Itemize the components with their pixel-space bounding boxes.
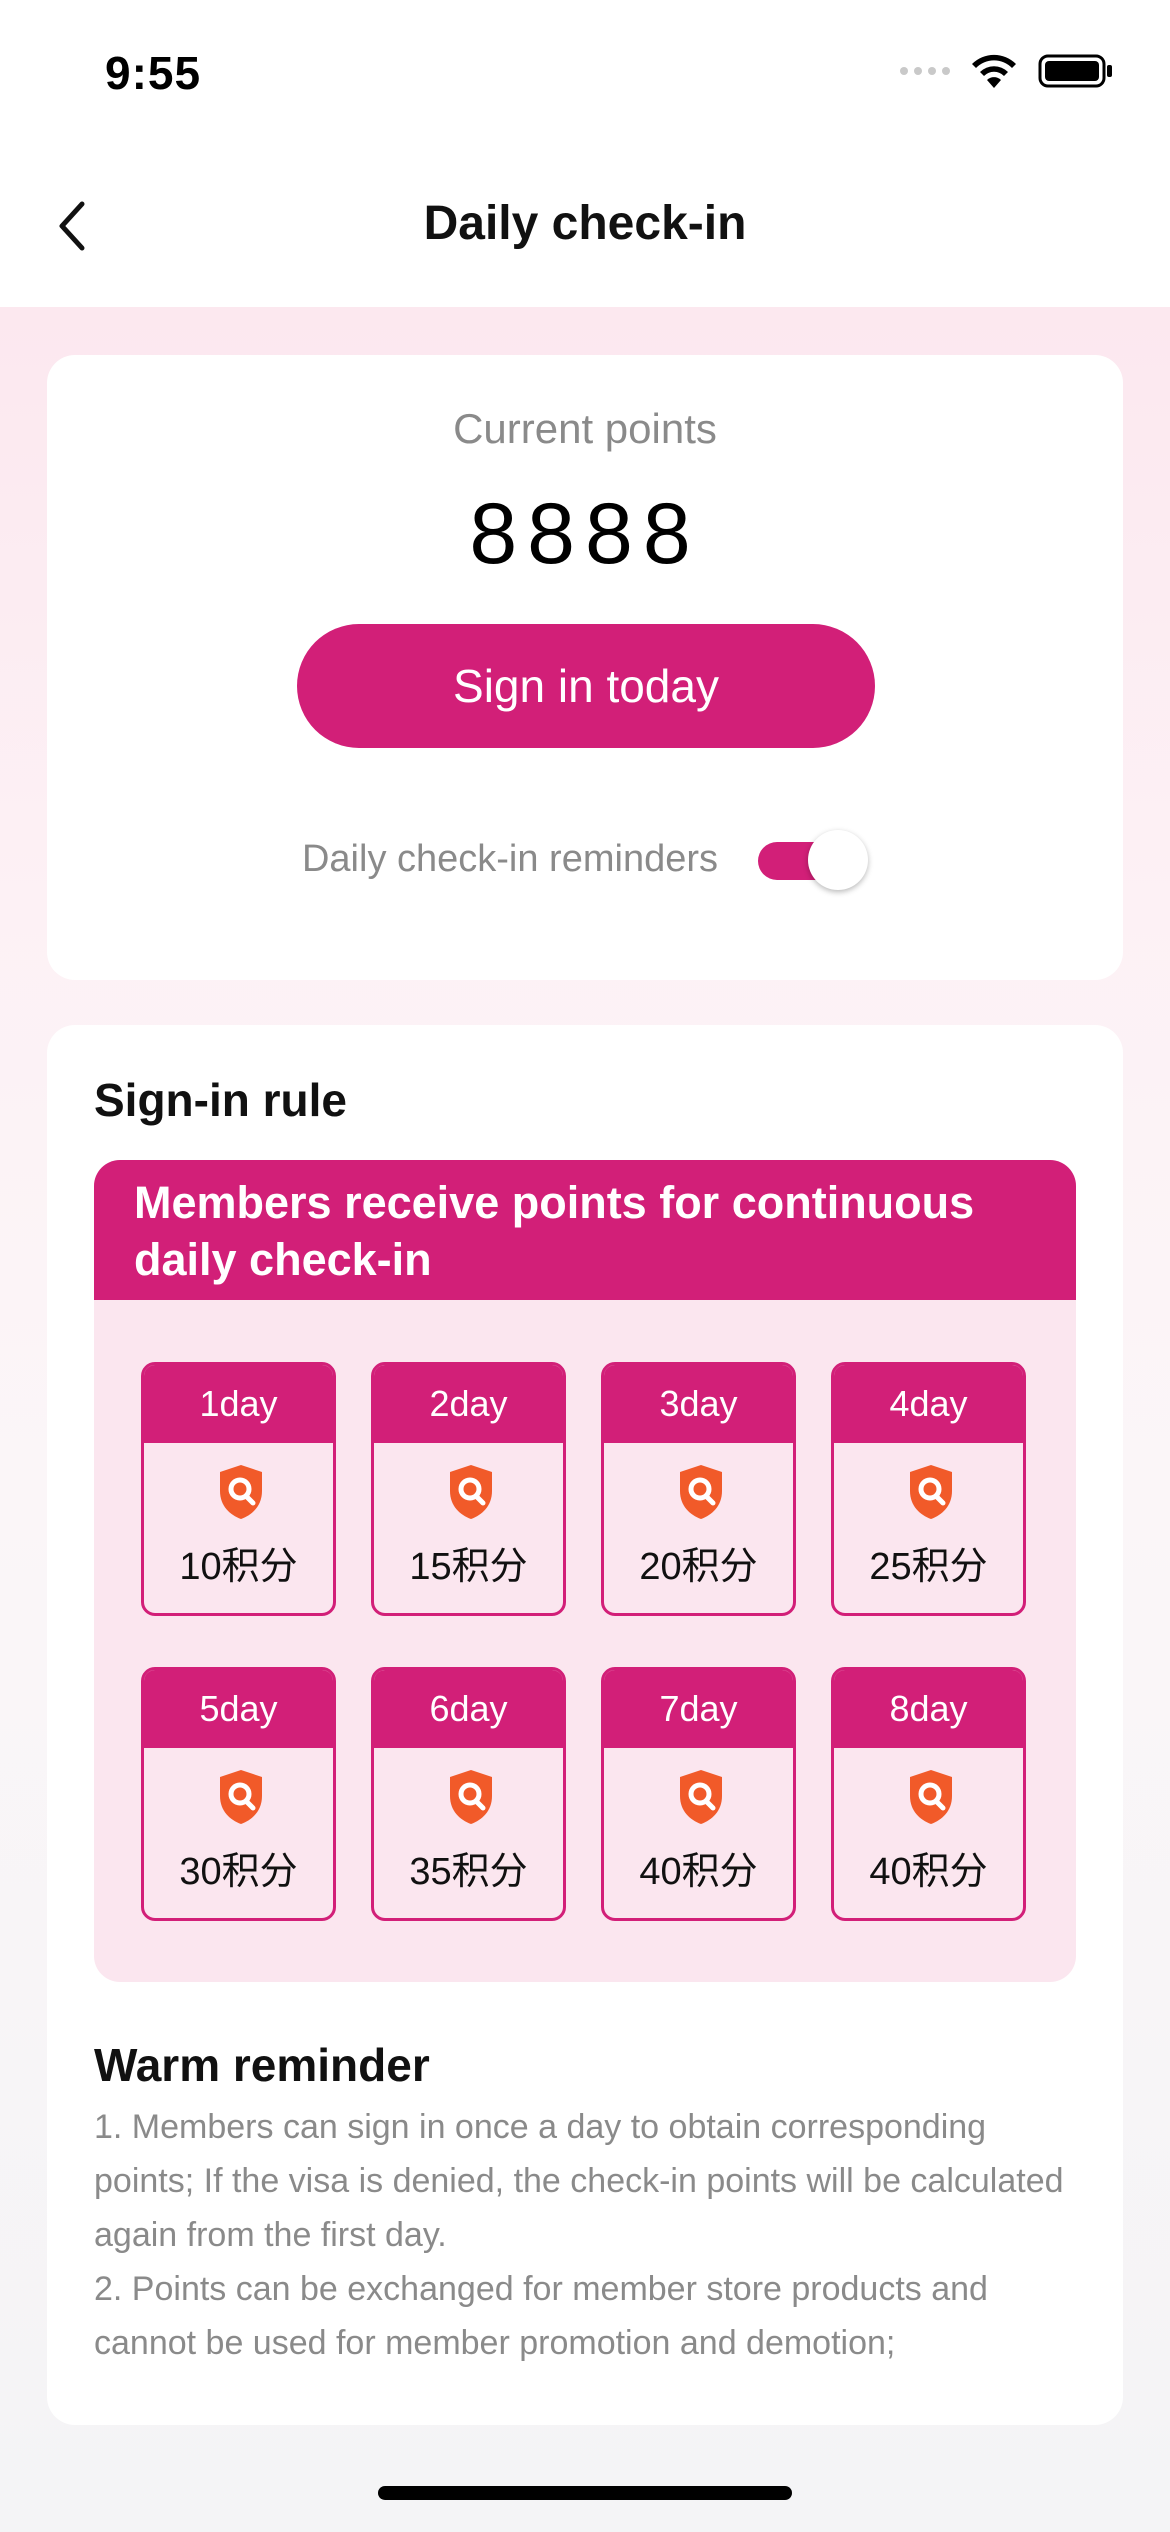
shield-search-icon xyxy=(220,1465,262,1519)
status-icons xyxy=(900,52,1114,90)
status-time: 9:55 xyxy=(105,47,202,99)
day-label: 1day xyxy=(144,1365,333,1443)
day-label: 5day xyxy=(144,1670,333,1748)
rule-banner-text: Members receive points for continuous da… xyxy=(134,1177,975,1285)
day-tile: 3day 20积分 xyxy=(601,1362,796,1616)
battery-icon xyxy=(1038,54,1112,88)
day-points: 40积分 xyxy=(639,1851,758,1893)
shield-search-icon xyxy=(450,1465,492,1519)
day-points: 40积分 xyxy=(869,1851,988,1893)
day-points: 20积分 xyxy=(639,1546,758,1588)
day-tile: 1day 10积分 xyxy=(141,1362,336,1616)
warm-line-2: 2. Points can be exchanged for member st… xyxy=(94,2270,988,2362)
day-label: 2day xyxy=(374,1365,563,1443)
day-tile: 4day 25积分 xyxy=(831,1362,1026,1616)
page-title: Daily check-in xyxy=(423,197,747,250)
reminder-toggle[interactable] xyxy=(758,830,868,890)
day-tile: 8day 40积分 xyxy=(831,1667,1026,1921)
day-label: 3day xyxy=(604,1365,793,1443)
wifi-icon xyxy=(972,54,1016,88)
day-label: 6day xyxy=(374,1670,563,1748)
home-indicator xyxy=(378,2486,792,2500)
rule-banner: Members receive points for continuous da… xyxy=(94,1160,1076,1300)
shield-search-icon xyxy=(220,1770,262,1824)
day-points: 35积分 xyxy=(409,1851,528,1893)
toggle-knob xyxy=(808,830,868,890)
points-value: 8888 xyxy=(469,486,701,582)
warm-line-1: 1. Members can sign in once a day to obt… xyxy=(94,2108,1064,2254)
day-tile: 5day 30积分 xyxy=(141,1667,336,1921)
day-label: 7day xyxy=(604,1670,793,1748)
shield-search-icon xyxy=(910,1770,952,1824)
rule-title: Sign-in rule xyxy=(94,1074,347,1126)
points-card: Current points 8888 Sign in today Daily … xyxy=(47,355,1123,980)
shield-search-icon xyxy=(450,1770,492,1824)
signal-icon xyxy=(900,67,950,75)
rule-box: Members receive points for continuous da… xyxy=(94,1160,1076,1982)
reminder-label: Daily check-in reminders xyxy=(301,837,718,880)
day-tile: 2day 15积分 xyxy=(371,1362,566,1616)
warm-text: 1. Members can sign in once a day to obt… xyxy=(94,2100,1094,2370)
day-tile: 6day 35积分 xyxy=(371,1667,566,1921)
day-points: 25积分 xyxy=(869,1546,988,1588)
reminder-row: Daily check-in reminders xyxy=(47,830,1123,890)
day-points: 15积分 xyxy=(409,1546,528,1588)
day-label: 8day xyxy=(834,1670,1023,1748)
shield-search-icon xyxy=(910,1465,952,1519)
top-bar: 9:55 Daily check-in xyxy=(0,0,1170,307)
sign-in-button[interactable]: Sign in today xyxy=(297,624,875,748)
day-points: 10积分 xyxy=(179,1546,298,1588)
warm-title: Warm reminder xyxy=(94,2039,430,2091)
points-label: Current points xyxy=(453,405,717,452)
day-points: 30积分 xyxy=(179,1851,298,1893)
day-tile: 7day 40积分 xyxy=(601,1667,796,1921)
shield-search-icon xyxy=(680,1770,722,1824)
day-label: 4day xyxy=(834,1365,1023,1443)
shield-search-icon xyxy=(680,1465,722,1519)
rules-card: Sign-in rule Members receive points for … xyxy=(47,1025,1123,2425)
